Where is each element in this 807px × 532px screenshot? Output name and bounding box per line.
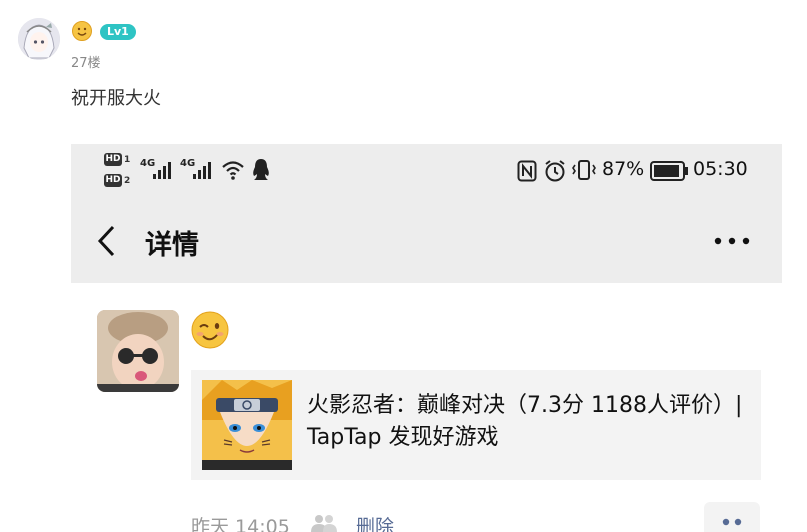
moment-timestamp: 昨天 14:05	[191, 516, 290, 532]
embedded-screenshot[interactable]: HD 1 HD 2 4G 4G 87% 05:30 详情 火影忍者：巅峰对决（7…	[71, 144, 782, 532]
vibrate-icon	[572, 160, 596, 180]
naruto-game-thumbnail	[202, 380, 292, 470]
hd-badge-1: HD	[104, 153, 122, 166]
floor-number: 27楼	[71, 56, 101, 71]
user-level-badge: Lv1	[100, 24, 136, 40]
ellipsis-icon	[722, 518, 742, 526]
delete-link[interactable]: 删除	[356, 512, 394, 532]
user-avatar[interactable]	[18, 18, 60, 60]
wink-emoji-icon	[191, 311, 229, 349]
sim2-label: 2	[124, 176, 131, 186]
battery-icon	[650, 161, 688, 181]
alarm-icon	[545, 160, 565, 182]
moment-actions-button[interactable]	[704, 502, 760, 532]
visible-to-friends-icon	[311, 515, 337, 532]
post-content: 祝开服大火	[71, 88, 161, 109]
moment-author-avatar[interactable]	[97, 310, 179, 392]
shared-link-title: 火影忍者：巅峰对决（7.3分 1188人评价）| TapTap 发现好游戏	[307, 393, 743, 450]
anime-avatar-image	[18, 18, 60, 60]
qq-penguin-icon	[253, 159, 269, 180]
battery-percent: 87%	[602, 158, 645, 180]
more-menu-icon[interactable]	[714, 237, 750, 245]
clock: 05:30	[693, 158, 748, 180]
hd-badge-2: HD	[104, 174, 122, 187]
smile-emoji-icon	[72, 21, 92, 41]
signal-strength-1-icon	[153, 162, 171, 179]
wifi-icon	[222, 161, 244, 180]
back-arrow-icon[interactable]	[97, 225, 115, 257]
shared-link-card[interactable]: 火影忍者：巅峰对决（7.3分 1188人评价）| TapTap 发现好游戏	[191, 370, 761, 480]
nfc-icon	[517, 160, 537, 182]
status-bar: HD 1 HD 2 4G 4G 87% 05:30	[71, 144, 782, 196]
signal-strength-2-icon	[193, 162, 211, 179]
sim1-label: 1	[124, 155, 131, 165]
child-photo-image	[97, 310, 179, 392]
page-title: 详情	[145, 230, 199, 261]
